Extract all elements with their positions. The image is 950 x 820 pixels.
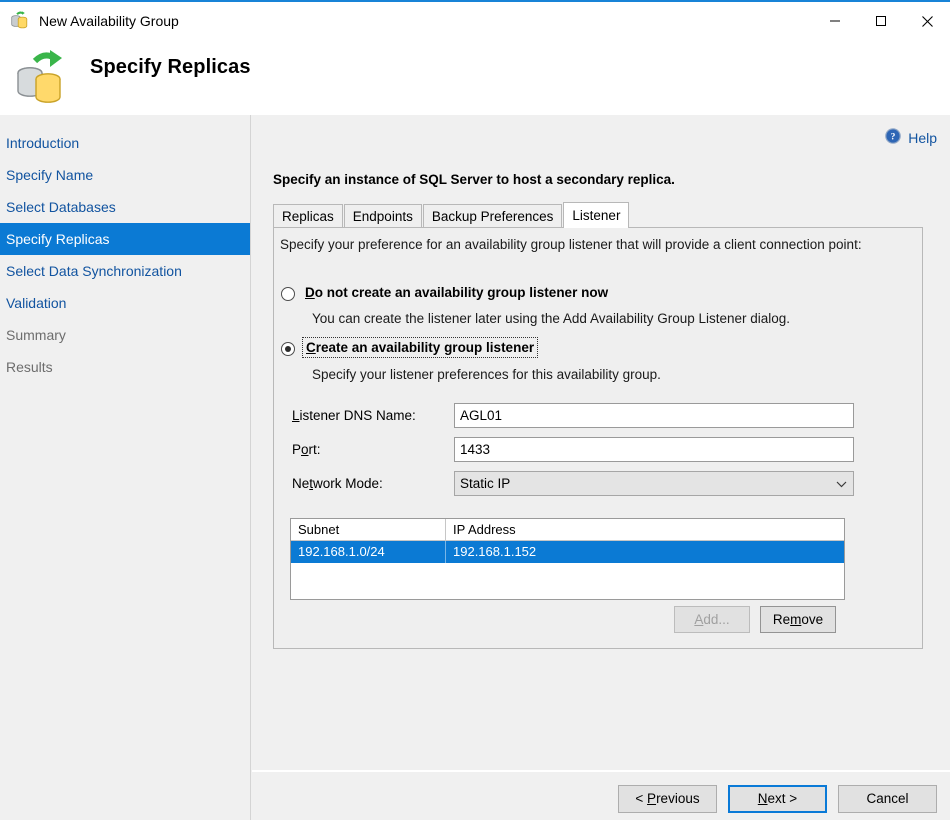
field-row-network-mode: Network Mode: Static IP [292, 471, 854, 496]
tab-strip: Replicas Endpoints Backup Preferences Li… [273, 202, 923, 228]
accel-char: A [694, 612, 704, 627]
preference-description: Specify your preference for an availabil… [280, 237, 862, 252]
remove-button[interactable]: Remove [760, 606, 836, 633]
label-pre: < [635, 791, 648, 806]
wizard-footer: < Previous Next > Cancel [252, 772, 950, 820]
tab-listener[interactable]: Listener [563, 202, 630, 228]
label-pre: Ne [292, 476, 310, 491]
port-input[interactable]: 1433 [454, 437, 854, 462]
next-button[interactable]: Next > [728, 785, 827, 813]
accel-char: P [647, 791, 657, 806]
radio-do-not-create-indicator[interactable] [281, 287, 295, 301]
do-not-create-description: You can create the listener later using … [312, 311, 791, 326]
create-listener-description: Specify your listener preferences for th… [312, 367, 661, 382]
accel-char: o [301, 442, 309, 457]
tab-replicas[interactable]: Replicas [273, 204, 343, 228]
table-row[interactable]: 192.168.1.0/24 192.168.1.152 [291, 541, 844, 563]
title-bar: New Availability Group [0, 0, 950, 40]
radio-create-listener-label: Create an availability group listener [301, 337, 539, 358]
help-circle-icon: ? [885, 128, 902, 147]
label-rest: o not create an availability group liste… [314, 285, 609, 300]
help-link[interactable]: ? Help [885, 128, 937, 147]
sidebar-item-introduction[interactable]: Introduction [0, 127, 250, 159]
label-rest: reate an availability group listener [315, 340, 535, 355]
chevron-down-icon [834, 472, 848, 495]
radio-do-not-create-label: Do not create an availability group list… [305, 285, 608, 300]
minimize-button[interactable] [812, 2, 858, 40]
cell-subnet: 192.168.1.0/24 [291, 541, 446, 563]
sidebar-item-specify-name[interactable]: Specify Name [0, 159, 250, 191]
accel-char: m [790, 612, 802, 627]
label-pre: Re [772, 612, 791, 627]
grid-header-row: Subnet IP Address [291, 519, 844, 541]
label-rest: rt: [308, 442, 321, 457]
field-row-dns-name: Listener DNS Name: AGL01 [292, 403, 854, 428]
svg-text:?: ? [891, 133, 896, 143]
label-rest: revious [656, 791, 700, 806]
window-title: New Availability Group [39, 13, 179, 29]
label-pre: P [292, 442, 302, 457]
availability-group-icon [9, 10, 31, 32]
sidebar-item-specify-replicas[interactable]: Specify Replicas [0, 223, 250, 255]
radio-create-listener-indicator[interactable] [281, 342, 295, 356]
tab-endpoints[interactable]: Endpoints [343, 204, 422, 228]
label-rest: work Mode: [313, 476, 383, 491]
network-mode-select[interactable]: Static IP [454, 471, 854, 496]
add-button: Add... [674, 606, 750, 633]
dns-name-label: Listener DNS Name: [292, 408, 454, 423]
add-label-rest: dd... [703, 612, 730, 627]
label-rest: ove [801, 612, 824, 627]
grid-actions: Add... Remove [674, 606, 846, 633]
listener-tab-panel: Specify your preference for an availabil… [273, 227, 923, 649]
sidebar-item-validation[interactable]: Validation [0, 287, 250, 319]
wizard-steps-sidebar: Introduction Specify Name Select Databas… [0, 115, 251, 820]
column-header-ip-address[interactable]: IP Address [446, 519, 844, 540]
maximize-button[interactable] [858, 2, 904, 40]
tab-backup-preferences[interactable]: Backup Preferences [422, 204, 563, 228]
column-header-subnet[interactable]: Subnet [291, 519, 446, 540]
sidebar-item-select-databases[interactable]: Select Databases [0, 191, 250, 223]
close-button[interactable] [904, 2, 950, 40]
help-label: Help [908, 129, 937, 146]
network-mode-value: Static IP [460, 476, 511, 491]
page-title: Specify Replicas [90, 56, 251, 78]
port-label: Port: [292, 442, 454, 457]
content-pane: ? Help Specify an instance of SQL Server… [252, 115, 950, 770]
accel-char: C [306, 340, 316, 355]
sidebar-item-summary: Summary [6, 327, 66, 343]
cell-ip-address: 192.168.1.152 [453, 544, 537, 559]
cancel-button[interactable]: Cancel [838, 785, 937, 813]
accel-char: N [757, 791, 768, 806]
radio-option-create-listener[interactable]: Create an availability group listener [281, 337, 539, 358]
sidebar-item-select-data-synchronization[interactable]: Select Data Synchronization [0, 255, 250, 287]
network-mode-label: Network Mode: [292, 476, 454, 491]
radio-option-do-not-create[interactable]: Do not create an availability group list… [281, 285, 608, 301]
previous-button[interactable]: < Previous [618, 785, 717, 813]
instruction-text: Specify an instance of SQL Server to hos… [273, 172, 675, 187]
subnet-ip-grid[interactable]: Subnet IP Address 192.168.1.0/24 192.168… [290, 518, 845, 600]
footer-buttons: < Previous Next > Cancel [618, 785, 937, 813]
field-row-port: Port: 1433 [292, 437, 854, 462]
label-rest: ext > [767, 791, 798, 806]
page-header: Specify Replicas [0, 40, 950, 115]
label-rest: istener DNS Name: [299, 408, 416, 423]
replica-sync-icon [10, 48, 72, 106]
dns-name-input[interactable]: AGL01 [454, 403, 854, 428]
accel-char: L [292, 408, 300, 423]
sidebar-item-results: Results [6, 359, 53, 375]
window-controls [812, 2, 950, 40]
accel-char: D [305, 285, 315, 300]
